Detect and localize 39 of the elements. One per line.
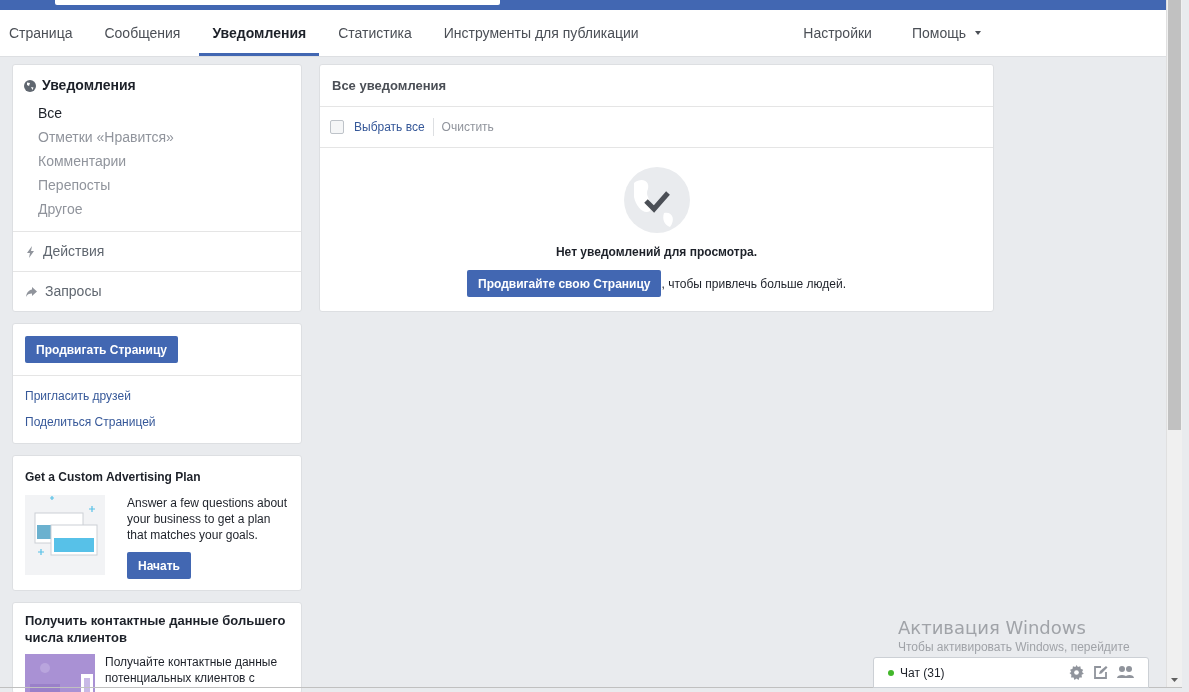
settings-icon[interactable] <box>1069 665 1084 680</box>
nav-tab[interactable]: Сообщения <box>91 10 194 56</box>
sidebar-item[interactable]: Действия <box>13 231 301 271</box>
checkbox[interactable] <box>330 120 344 134</box>
nav-tab[interactable]: Помощь <box>911 10 981 56</box>
compose-icon[interactable] <box>1093 665 1108 680</box>
promote-page-button[interactable]: Продвигайте свою Страницу <box>467 270 662 297</box>
bolt-icon <box>26 245 35 258</box>
activation-notice-title: Активация Windows <box>898 617 1087 639</box>
sidebar-item[interactable]: Запросы <box>13 271 301 311</box>
activation-notice-text: Чтобы активировать Windows, перейдите <box>898 639 1130 655</box>
filter-item[interactable]: Все <box>38 101 290 125</box>
promote-page-button[interactable]: Продвигать Страницу <box>25 336 178 363</box>
nav-tab[interactable]: Уведомления <box>199 10 320 56</box>
card-description: Answer a few questions about your business to get a plan that matches your goals. <box>127 495 289 543</box>
start-button[interactable]: Начать <box>127 552 191 579</box>
nav-tab[interactable]: Страница <box>9 10 86 56</box>
people-icon[interactable] <box>1117 665 1134 680</box>
globe-check-icon <box>623 167 690 233</box>
nav-tab[interactable]: Статистика <box>325 10 425 56</box>
nav-tab[interactable]: Настройки <box>803 10 872 56</box>
card-description: Получайте контактные данные потенциальных клиентов с <box>105 654 279 687</box>
globe-icon <box>24 79 36 92</box>
card-title: Получить контактные данные большего числа клиентов <box>25 612 287 646</box>
sidebar-title: Уведомления <box>42 76 136 95</box>
card-title: Get a Custom Advertising Plan <box>25 469 202 486</box>
chat-label: Чат (31) <box>900 664 945 682</box>
promote-hint: , чтобы привлечь больше людей. <box>661 275 846 293</box>
card-title: Все уведомления <box>332 76 447 95</box>
empty-message: Нет уведомлений для просмотра. <box>555 244 758 261</box>
card-link[interactable]: Пригласить друзей <box>25 387 131 405</box>
chat-bar[interactable]: Чат (31) <box>873 657 1149 688</box>
card-link[interactable]: Поделиться Страницей <box>25 413 156 431</box>
scrollbar-thumb[interactable] <box>1168 0 1181 430</box>
scroll-down-icon[interactable] <box>1171 678 1178 682</box>
nav-tab[interactable]: Инструменты для публикации <box>430 10 652 56</box>
share-arrow-icon <box>26 286 37 297</box>
select-all-link[interactable]: Выбрать все <box>354 118 434 136</box>
caret-icon <box>975 31 981 35</box>
